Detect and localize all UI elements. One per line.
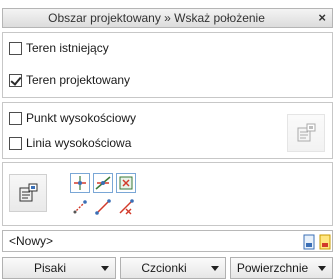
chevron-down-icon xyxy=(101,266,109,271)
existing-terrain-checkbox[interactable] xyxy=(9,41,22,55)
delete-point-tool[interactable] xyxy=(116,173,136,193)
elevation-line-checkbox[interactable] xyxy=(9,136,22,150)
properties-icon xyxy=(297,123,316,142)
style-combo[interactable]: <Nowy> xyxy=(2,230,333,252)
elevation-line-option[interactable]: Linia wysokościowa xyxy=(9,136,131,150)
existing-terrain-option[interactable]: Teren istniejący xyxy=(9,41,109,55)
style-save-icon[interactable] xyxy=(302,234,316,250)
fonts-dropdown-button[interactable]: Czcionki xyxy=(120,257,226,279)
delete-line-icon xyxy=(119,199,134,215)
elevation-point-label: Punkt wysokościowy xyxy=(26,111,137,125)
properties-icon xyxy=(19,183,38,202)
panel-title: Obszar projektowany » Wskaż położenie xyxy=(48,11,265,25)
style-combo-value: <Nowy> xyxy=(9,234,54,248)
chevron-down-icon xyxy=(211,266,219,271)
elevation-point-option[interactable]: Punkt wysokościowy xyxy=(9,111,136,125)
elevation-line-label: Linia wysokościowa xyxy=(26,136,132,150)
break-line-tool[interactable] xyxy=(93,173,113,193)
break-line-icon xyxy=(95,176,111,190)
existing-terrain-label: Teren istniejący xyxy=(26,41,109,55)
designed-terrain-label: Teren projektowany xyxy=(26,73,131,87)
designed-terrain-option[interactable]: Teren projektowany xyxy=(9,73,130,87)
insert-point-tool[interactable] xyxy=(70,173,90,193)
chevron-down-icon xyxy=(318,266,326,271)
properties-panel: Obszar projektowany » Wskaż położenie × … xyxy=(0,0,336,280)
elevation-properties-button[interactable] xyxy=(287,114,325,152)
tools-group xyxy=(2,162,333,226)
bottom-buttons: Pisaki Czcionki Powierzchnie xyxy=(2,257,333,280)
delete-point-icon xyxy=(119,176,133,190)
object-properties-button[interactable] xyxy=(9,174,47,212)
fonts-label: Czcionki xyxy=(141,261,187,275)
delete-line-tool[interactable] xyxy=(116,197,136,217)
pens-dropdown-button[interactable]: Pisaki xyxy=(2,257,116,279)
terrain-group: Teren istniejący Teren projektowany xyxy=(2,32,333,98)
panel-titlebar: Obszar projektowany » Wskaż położenie × xyxy=(2,8,333,28)
insert-point-icon xyxy=(74,176,86,190)
draw-line-tool[interactable] xyxy=(93,197,113,217)
surfaces-label: Powierzchnie xyxy=(236,261,309,275)
close-icon[interactable]: × xyxy=(318,10,326,26)
move-point-tool[interactable] xyxy=(70,197,90,217)
elevation-point-checkbox[interactable] xyxy=(9,111,22,125)
pens-label: Pisaki xyxy=(33,261,66,275)
draw-line-icon xyxy=(95,199,111,215)
style-edit-icon[interactable] xyxy=(318,234,332,250)
designed-terrain-checkbox[interactable] xyxy=(9,73,22,87)
move-point-icon xyxy=(73,200,87,214)
surfaces-dropdown-button[interactable]: Powierzchnie xyxy=(230,257,333,279)
elevation-group: Punkt wysokościowy Linia wysokościowa xyxy=(2,102,333,159)
